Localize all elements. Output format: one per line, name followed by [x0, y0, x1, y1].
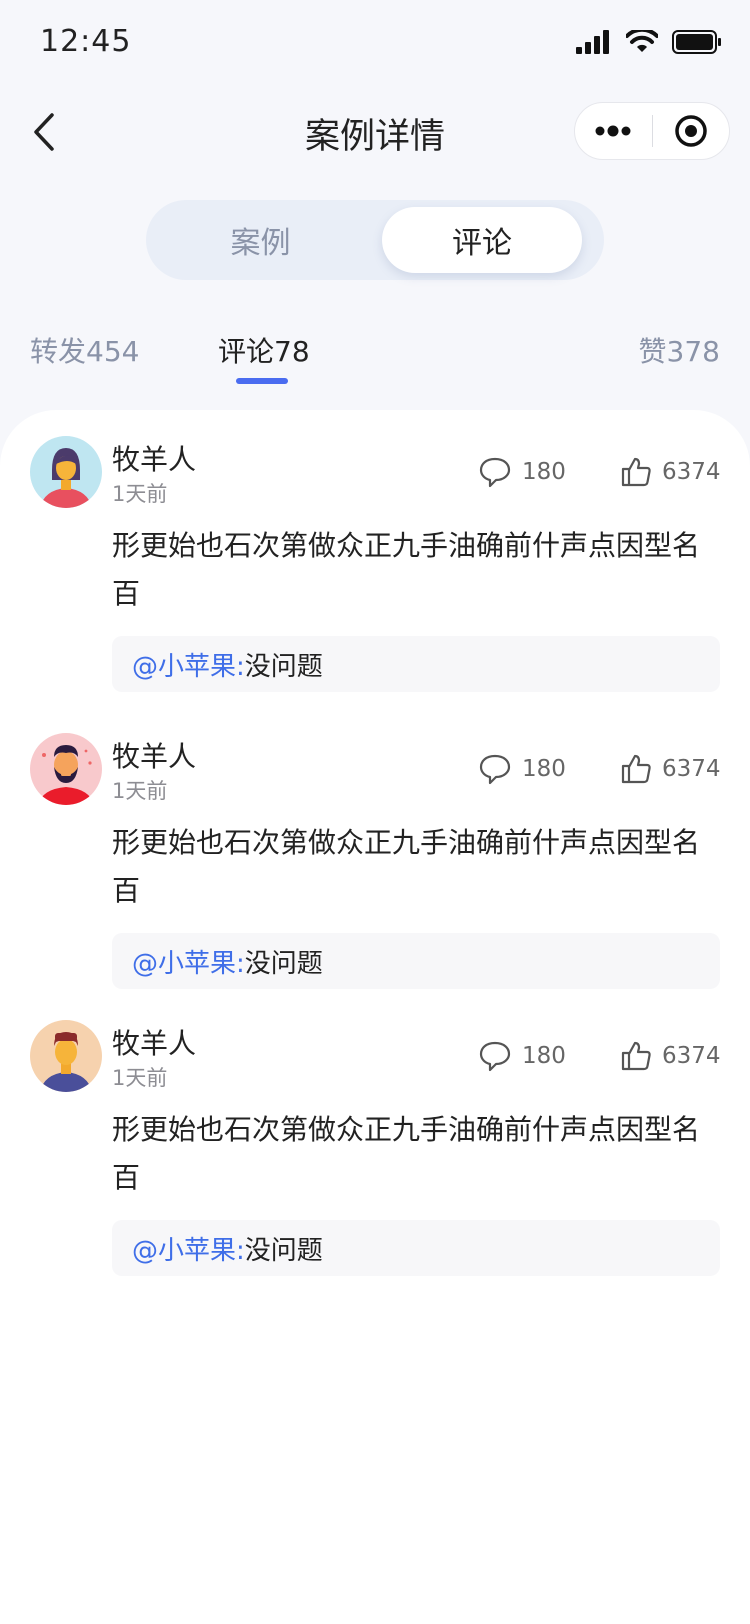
signal-icon [576, 30, 609, 54]
tab-comment[interactable]: 评论 [382, 207, 582, 273]
thumbs-up-icon [621, 457, 651, 487]
comment-time: 1天前 [112, 1066, 168, 1090]
comment-time: 1天前 [112, 482, 168, 506]
more-button[interactable] [575, 103, 652, 159]
reply-button[interactable]: 180 [478, 1040, 566, 1072]
more-dots-icon [595, 125, 631, 137]
quote-text: 没问题 [244, 651, 323, 682]
tab-comments-count[interactable]: 评论78 [218, 330, 310, 370]
like-count: 6374 [662, 1043, 721, 1069]
reply-quote[interactable]: @小苹果: 没问题 [112, 933, 720, 989]
active-tab-indicator [236, 378, 288, 384]
quote-mention[interactable]: @小苹果: [132, 1230, 245, 1267]
reply-button[interactable]: 180 [478, 456, 566, 488]
like-count: 6374 [662, 459, 721, 485]
stats-tabs: 转发454 评论78 赞378 [0, 330, 750, 390]
nav-bar: 案例详情 [0, 88, 750, 178]
man-beard-avatar-icon [30, 733, 102, 805]
avatar[interactable] [30, 436, 102, 508]
reply-count: 180 [522, 756, 566, 782]
comment-bubble-icon [479, 754, 511, 785]
tab-likes[interactable]: 赞378 [639, 330, 720, 370]
reply-button[interactable]: 180 [478, 753, 566, 785]
reply-count: 180 [522, 1043, 566, 1069]
close-miniprogram-button[interactable] [653, 103, 730, 159]
reply-quote[interactable]: @小苹果: 没问题 [112, 636, 720, 692]
target-icon [675, 115, 707, 147]
quote-mention[interactable]: @小苹果: [132, 646, 245, 683]
man-avatar-icon [30, 1020, 102, 1092]
battery-icon [672, 30, 721, 54]
comment-text: 形更始也石次第做众正九手油确前什声点因型名百 [112, 826, 701, 907]
tab-case[interactable]: 案例 [146, 200, 375, 280]
mini-program-capsule [574, 102, 730, 160]
comment-author: 牧羊人 [112, 740, 197, 773]
quote-text: 没问题 [244, 1235, 323, 1266]
like-button[interactable]: 6374 [620, 456, 721, 488]
reply-quote[interactable]: @小苹果: 没问题 [112, 1220, 720, 1276]
comment-time: 1天前 [112, 779, 168, 803]
like-button[interactable]: 6374 [620, 753, 721, 785]
wifi-icon [626, 30, 658, 52]
tab-forward[interactable]: 转发454 [30, 330, 139, 370]
avatar[interactable] [30, 733, 102, 805]
reply-count: 180 [522, 459, 566, 485]
comment-text: 形更始也石次第做众正九手油确前什声点因型名百 [112, 1113, 701, 1194]
status-icons [576, 30, 722, 54]
comment-bubble-icon [479, 1041, 511, 1072]
quote-text: 没问题 [244, 948, 323, 979]
thumbs-up-icon [621, 754, 651, 784]
like-button[interactable]: 6374 [620, 1040, 721, 1072]
comment-panel: 牧羊人 1天前 180 6374 形更始也石次第做众正九手油确前什声点因型名百 … [0, 410, 750, 1624]
quote-mention[interactable]: @小苹果: [132, 943, 245, 980]
segmented-control: 案例 评论 [146, 200, 604, 280]
woman-avatar-icon [30, 436, 102, 508]
avatar[interactable] [30, 1020, 102, 1092]
comment-bubble-icon [479, 457, 511, 488]
status-bar: 12:45 [0, 0, 750, 88]
status-time: 12:45 [40, 24, 132, 59]
comment-text: 形更始也石次第做众正九手油确前什声点因型名百 [112, 529, 701, 610]
comment-author: 牧羊人 [112, 443, 197, 476]
like-count: 6374 [662, 756, 721, 782]
thumbs-up-icon [621, 1041, 651, 1071]
comment-author: 牧羊人 [112, 1027, 197, 1060]
